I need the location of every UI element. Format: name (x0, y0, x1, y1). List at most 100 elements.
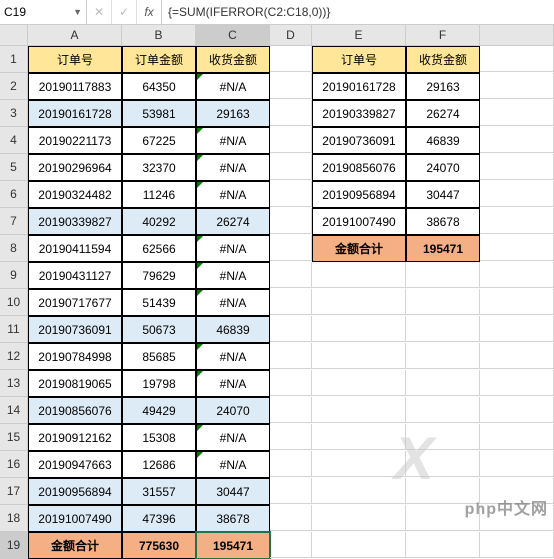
cell-D8[interactable] (270, 235, 312, 261)
cell-fill-11[interactable] (480, 316, 554, 342)
cell-D18[interactable] (270, 505, 312, 531)
cell-fill-15[interactable] (480, 424, 554, 450)
row-header-15[interactable]: 15 (0, 424, 28, 451)
cell-fill-19[interactable] (480, 532, 554, 558)
col-header-C[interactable]: C (196, 25, 270, 46)
cell-D16[interactable] (270, 451, 312, 477)
cell-fill-9[interactable] (480, 262, 554, 288)
row-header-18[interactable]: 18 (0, 505, 28, 532)
cell-D5[interactable] (270, 154, 312, 180)
cell-F12[interactable] (406, 343, 480, 369)
main-total-amt[interactable]: 775630 (122, 532, 196, 559)
row-header-5[interactable]: 5 (0, 154, 28, 181)
main-recv-8[interactable]: #N/A (196, 262, 270, 289)
main-recv-16[interactable]: 30447 (196, 478, 270, 505)
main-amt-6[interactable]: 40292 (122, 208, 196, 235)
main-recv-9[interactable]: #N/A (196, 289, 270, 316)
main-recv-4[interactable]: #N/A (196, 154, 270, 181)
main-recv-13[interactable]: 24070 (196, 397, 270, 424)
cell-fill-10[interactable] (480, 289, 554, 315)
cell-fill-4[interactable] (480, 127, 554, 153)
cell-fill-1[interactable] (480, 46, 554, 72)
main-id-6[interactable]: 20190339827 (28, 208, 122, 235)
main-amt-14[interactable]: 15308 (122, 424, 196, 451)
side-recv-1[interactable]: 29163 (406, 73, 480, 100)
cell-fill-14[interactable] (480, 397, 554, 423)
cell-F11[interactable] (406, 316, 480, 342)
cell-E14[interactable] (312, 397, 406, 423)
side-id-1[interactable]: 20190161728 (312, 73, 406, 100)
row-header-14[interactable]: 14 (0, 397, 28, 424)
main-amt-11[interactable]: 85685 (122, 343, 196, 370)
cell-D13[interactable] (270, 370, 312, 396)
cell-D1[interactable] (270, 46, 312, 72)
select-all-corner[interactable] (0, 25, 28, 46)
side-total-label[interactable]: 金额合计 (312, 235, 406, 262)
main-id-2[interactable]: 20190161728 (28, 100, 122, 127)
col-header-E[interactable]: E (312, 25, 406, 46)
cell-F15[interactable] (406, 424, 480, 450)
main-id-11[interactable]: 20190784998 (28, 343, 122, 370)
cell-E13[interactable] (312, 370, 406, 396)
side-id-4[interactable]: 20190856076 (312, 154, 406, 181)
cell-E9[interactable] (312, 262, 406, 288)
side-id-2[interactable]: 20190339827 (312, 100, 406, 127)
main-amt-9[interactable]: 51439 (122, 289, 196, 316)
cell-E12[interactable] (312, 343, 406, 369)
main-amt-17[interactable]: 47396 (122, 505, 196, 532)
cell-D15[interactable] (270, 424, 312, 450)
cell-D6[interactable] (270, 181, 312, 207)
row-header-10[interactable]: 10 (0, 289, 28, 316)
col-header-D[interactable]: D (270, 25, 312, 46)
cell-F9[interactable] (406, 262, 480, 288)
row-header-16[interactable]: 16 (0, 451, 28, 478)
main-recv-5[interactable]: #N/A (196, 181, 270, 208)
cell-D19[interactable] (270, 532, 312, 558)
cell-D4[interactable] (270, 127, 312, 153)
cell-fill-16[interactable] (480, 451, 554, 477)
cell-fill-7[interactable] (480, 208, 554, 234)
cell-E19[interactable] (312, 532, 406, 558)
main-total-recv[interactable]: 195471 (196, 532, 270, 559)
main-recv-12[interactable]: #N/A (196, 370, 270, 397)
main-recv-17[interactable]: 38678 (196, 505, 270, 532)
row-header-7[interactable]: 7 (0, 208, 28, 235)
main-total-label[interactable]: 金额合计 (28, 532, 122, 559)
main-amt-5[interactable]: 11246 (122, 181, 196, 208)
cell-F16[interactable] (406, 451, 480, 477)
row-header-11[interactable]: 11 (0, 316, 28, 343)
row-header-9[interactable]: 9 (0, 262, 28, 289)
row-header-12[interactable]: 12 (0, 343, 28, 370)
main-id-13[interactable]: 20190856076 (28, 397, 122, 424)
row-header-1[interactable]: 1 (0, 46, 28, 73)
main-id-7[interactable]: 20190411594 (28, 235, 122, 262)
row-header-2[interactable]: 2 (0, 73, 28, 100)
main-recv-1[interactable]: #N/A (196, 73, 270, 100)
main-recv-14[interactable]: #N/A (196, 424, 270, 451)
cell-D3[interactable] (270, 100, 312, 126)
main-amt-13[interactable]: 49429 (122, 397, 196, 424)
cell-E16[interactable] (312, 451, 406, 477)
main-id-9[interactable]: 20190717677 (28, 289, 122, 316)
col-header-A[interactable]: A (28, 25, 122, 46)
cell-D17[interactable] (270, 478, 312, 504)
main-amt-4[interactable]: 32370 (122, 154, 196, 181)
main-recv-7[interactable]: #N/A (196, 235, 270, 262)
col-header-blank[interactable] (480, 25, 554, 46)
main-id-14[interactable]: 20190912162 (28, 424, 122, 451)
name-box[interactable]: C19 ▼ (0, 0, 87, 24)
side-id-6[interactable]: 20191007490 (312, 208, 406, 235)
name-box-dropdown-icon[interactable]: ▼ (73, 7, 82, 17)
main-amt-10[interactable]: 50673 (122, 316, 196, 343)
cell-E17[interactable] (312, 478, 406, 504)
cell-fill-12[interactable] (480, 343, 554, 369)
side-total-recv[interactable]: 195471 (406, 235, 480, 262)
main-amt-15[interactable]: 12686 (122, 451, 196, 478)
cell-E10[interactable] (312, 289, 406, 315)
main-recv-6[interactable]: 26274 (196, 208, 270, 235)
main-amt-12[interactable]: 19798 (122, 370, 196, 397)
col-header-F[interactable]: F (406, 25, 480, 46)
cell-fill-5[interactable] (480, 154, 554, 180)
main-id-12[interactable]: 20190819065 (28, 370, 122, 397)
main-recv-10[interactable]: 46839 (196, 316, 270, 343)
